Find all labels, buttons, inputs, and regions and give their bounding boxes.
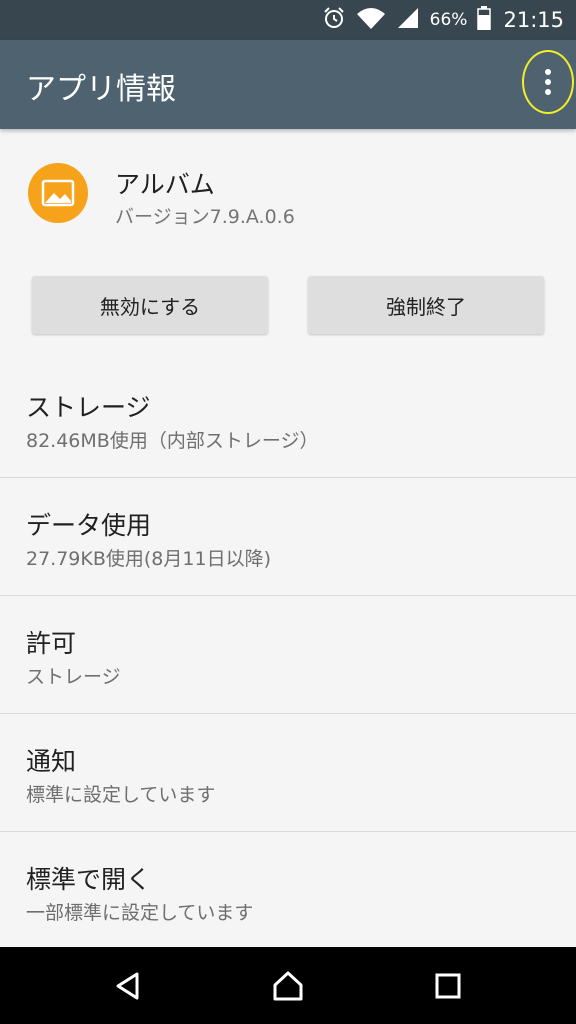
more-vert-icon	[545, 69, 551, 75]
force-stop-button[interactable]: 強制終了	[308, 276, 544, 334]
setting-title: データ使用	[26, 511, 152, 540]
navigation-bar	[0, 947, 576, 1024]
setting-summary: ストレージ	[26, 666, 121, 688]
more-options-button[interactable]	[522, 50, 574, 114]
setting-data-usage[interactable]: データ使用 27.79KB使用(8月11日以降)	[0, 478, 576, 596]
setting-title: ストレージ	[26, 393, 151, 422]
disable-button[interactable]: 無効にする	[32, 276, 268, 334]
setting-title: 標準で開く	[26, 865, 152, 894]
app-version: バージョン7.9.A.0.6	[115, 206, 295, 228]
setting-summary: 一部標準に設定しています	[26, 902, 254, 924]
setting-title: 通知	[26, 747, 77, 776]
home-icon	[273, 971, 303, 1000]
app-name: アルバム	[115, 170, 215, 199]
setting-storage[interactable]: ストレージ 82.46MB使用（内部ストレージ）	[0, 360, 576, 478]
app-bar: アプリ情報	[0, 40, 576, 129]
page-title: アプリ情報	[26, 72, 176, 107]
setting-open-by-default[interactable]: 標準で開く 一部標準に設定しています	[0, 832, 576, 950]
setting-permissions[interactable]: 許可 ストレージ	[0, 596, 576, 714]
setting-summary: 27.79KB使用(8月11日以降)	[26, 548, 271, 570]
settings-list: ストレージ 82.46MB使用（内部ストレージ） データ使用 27.79KB使用…	[0, 360, 576, 950]
status-icons: 66% 21:15	[322, 0, 564, 40]
recents-button[interactable]	[400, 947, 496, 1024]
back-icon	[116, 972, 139, 999]
setting-summary: 82.46MB使用（内部ストレージ）	[26, 430, 319, 452]
back-button[interactable]	[80, 947, 176, 1024]
alarm-icon	[322, 6, 346, 34]
status-bar: 66% 21:15	[0, 0, 576, 40]
gallery-icon	[28, 163, 88, 223]
clock: 21:15	[503, 8, 564, 32]
recents-icon	[435, 973, 461, 998]
setting-summary: 標準に設定しています	[26, 784, 216, 806]
setting-title: 許可	[26, 629, 77, 658]
battery-icon	[477, 6, 492, 34]
home-button[interactable]	[240, 947, 336, 1024]
cell-signal-icon	[396, 6, 420, 34]
wifi-icon	[356, 6, 386, 34]
battery-percent: 66%	[429, 10, 468, 30]
setting-notifications[interactable]: 通知 標準に設定しています	[0, 714, 576, 832]
app-header: アルバム バージョン7.9.A.0.6	[0, 129, 576, 259]
